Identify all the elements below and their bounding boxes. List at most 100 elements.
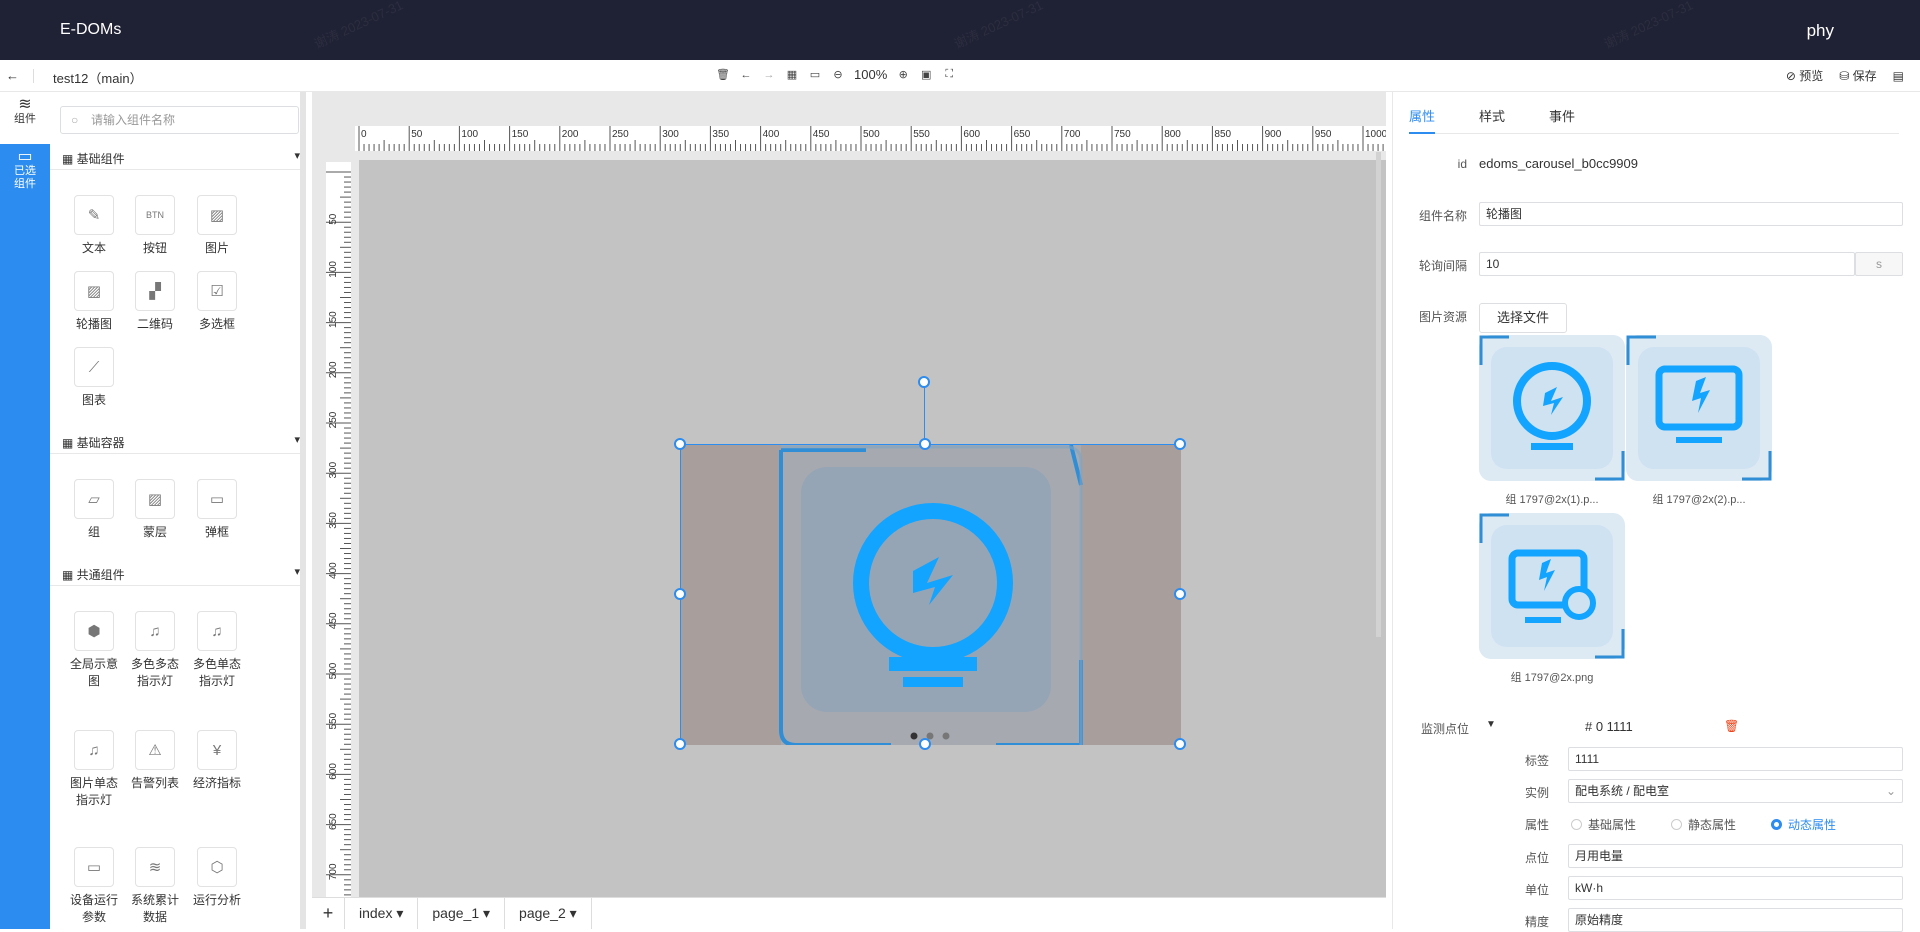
delete-icon[interactable]: 🗑	[716, 68, 730, 81]
component-analysis[interactable]: ⬡ 运行分析	[189, 847, 245, 909]
resize-handle-w[interactable]	[674, 588, 686, 600]
ruler-label: 150	[512, 129, 529, 140]
component-checkbox[interactable]: ☑ 多选框	[189, 271, 245, 333]
preview-icon: ⊘	[1785, 69, 1800, 83]
zoom-out-icon[interactable]: ⊖	[831, 68, 845, 81]
resize-handle-e[interactable]	[1174, 588, 1186, 600]
choose-file-button[interactable]: 选择文件	[1479, 303, 1567, 333]
instance-select[interactable]: 配电系统 / 配电室 ⌄	[1568, 779, 1903, 803]
ruler-label: 50	[411, 129, 423, 140]
name-field[interactable]: 轮播图	[1479, 202, 1903, 226]
undo-icon[interactable]: ←	[739, 69, 753, 81]
app-brand[interactable]: E-DOMs	[60, 21, 121, 39]
component-button[interactable]: BTN 按钮	[127, 195, 183, 257]
component-chart[interactable]: ⟋ 图表	[66, 347, 122, 409]
component-multi-light[interactable]: ♫ 多色多态指示灯	[127, 611, 183, 690]
tab-events[interactable]: 事件	[1549, 106, 1575, 133]
design-stage[interactable]	[359, 160, 1386, 897]
ruler-label: 650	[328, 813, 339, 830]
tab-attributes[interactable]: 属性	[1409, 106, 1436, 134]
carousel-component[interactable]	[680, 444, 1181, 747]
back-arrow-icon[interactable]: ←	[6, 68, 19, 83]
point-field[interactable]: 月用电量	[1568, 844, 1903, 868]
component-qrcode[interactable]: ▞ 二维码	[127, 271, 183, 333]
precision-field[interactable]: 原始精度	[1568, 908, 1903, 932]
interval-field[interactable]: 10	[1479, 252, 1855, 276]
zoom-in-icon[interactable]: ⊕	[896, 68, 910, 81]
component-alarm-list[interactable]: ⚠ 告警列表	[127, 730, 183, 792]
component-device-params[interactable]: ▭ 设备运行参数	[66, 847, 122, 926]
add-page-button[interactable]: +	[312, 898, 344, 929]
bell-icon: ♫	[197, 611, 237, 651]
section-header-basic[interactable]: ▦ 基础组件 ▾	[50, 144, 300, 170]
attr-radio-basic[interactable]: 基础属性	[1571, 816, 1636, 833]
ruler-label: 200	[328, 361, 339, 378]
user-name[interactable]: phy	[1807, 21, 1834, 41]
horizontal-ruler: 0 50 100 150 200 250 300 350 400 450 500 550 600 650 7…	[355, 126, 1386, 151]
toolbar-actions: ⊘ 预览 ⛁ 保存 ▤	[1786, 67, 1904, 84]
image-thumb[interactable]	[1479, 513, 1625, 659]
image-thumb[interactable]	[1626, 335, 1772, 481]
document-icon[interactable]: ▤	[1893, 69, 1904, 83]
ruler-icon[interactable]: ▭	[808, 68, 822, 81]
attr-radio-static[interactable]: 静态属性	[1671, 816, 1736, 833]
bell-icon: ♫	[135, 611, 175, 651]
component-mask[interactable]: ▨ 蒙层	[127, 479, 183, 541]
save-icon: ⛁	[1839, 69, 1853, 83]
selected-components-tab[interactable]: ▭ 已选组件	[0, 144, 50, 196]
resize-handle-nw[interactable]	[674, 438, 686, 450]
component-image-light[interactable]: ♫ 图片单态指示灯	[66, 730, 122, 809]
preview-button[interactable]: ⊘ 预览	[1786, 67, 1823, 84]
section-header-container[interactable]: ▦ 基础容器 ▾	[50, 428, 300, 454]
component-dialog[interactable]: ▭ 弹框	[189, 479, 245, 541]
fit-screen-icon[interactable]: ▣	[919, 68, 933, 81]
ruler-label: 50	[328, 213, 339, 225]
component-text[interactable]: ✎ 文本	[66, 195, 122, 257]
tab-page-2[interactable]: page_2 ▾	[505, 898, 592, 929]
resize-handle-sw[interactable]	[674, 738, 686, 750]
unit-label: 单位	[1524, 883, 1549, 897]
monitor-label: 监测点位	[1420, 722, 1469, 736]
fullscreen-icon[interactable]: ⛶	[942, 68, 956, 81]
components-tab[interactable]: ≋ 组件	[0, 92, 50, 144]
attr-radio-dynamic[interactable]: 动态属性	[1771, 816, 1836, 833]
image-thumb[interactable]	[1479, 335, 1625, 481]
caret-down-icon[interactable]: ▼	[1486, 719, 1496, 730]
resize-handle-s[interactable]	[919, 738, 931, 750]
monitor-bolt-icon	[1626, 335, 1772, 481]
folder-icon: ▱	[74, 479, 114, 519]
component-global-map[interactable]: ⬢ 全局示意图	[66, 611, 122, 690]
component-single-light[interactable]: ♫ 多色单态指示灯	[189, 611, 245, 690]
watermark: 谢涛 2023-07-31	[311, 0, 406, 52]
section-header-common[interactable]: ▦ 共通组件 ▾	[50, 560, 300, 586]
ruler-label: 400	[328, 562, 339, 579]
component-group[interactable]: ▱ 组	[66, 479, 122, 541]
tag-field[interactable]: 1111	[1568, 747, 1903, 771]
ruler-label: 900	[1265, 129, 1282, 140]
component-system-total[interactable]: ≋ 系统累计数据	[127, 847, 183, 926]
grid-icon[interactable]: ▦	[785, 68, 799, 81]
component-carousel[interactable]: ▨ 轮播图	[66, 271, 122, 333]
save-button[interactable]: ⛁ 保存	[1839, 67, 1876, 84]
resize-handle-se[interactable]	[1174, 738, 1186, 750]
tab-style[interactable]: 样式	[1479, 106, 1505, 133]
component-label: 图片	[204, 241, 229, 255]
unit-field[interactable]: kW·h	[1568, 876, 1903, 900]
redo-icon[interactable]: →	[762, 69, 776, 81]
carousel-icon: ▨	[74, 271, 114, 311]
money-icon: ¥	[197, 730, 237, 770]
trash-icon[interactable]: 🗑	[1724, 719, 1739, 733]
tab-index[interactable]: index ▾	[344, 898, 419, 929]
canvas-scrollbar[interactable]	[1376, 152, 1381, 637]
grid-icon: ▦	[62, 436, 77, 450]
tab-page-1[interactable]: page_1 ▾	[418, 898, 506, 929]
component-search-input[interactable]: ○ 请输入组件名称	[60, 106, 299, 134]
resize-handle-n[interactable]	[919, 438, 931, 450]
ruler-label: 0	[361, 129, 367, 140]
chevron-down-icon: ⌄	[1885, 784, 1896, 798]
component-image[interactable]: ▨ 图片	[189, 195, 245, 257]
component-economic-index[interactable]: ¥ 经济指标	[189, 730, 245, 792]
rotate-handle[interactable]	[918, 376, 930, 388]
resize-handle-ne[interactable]	[1174, 438, 1186, 450]
editor-toolbar: ← test12（main） 🗑 ← → ▦ ▭ ⊖ 100% ⊕ ▣ ⛶ ⊘ …	[0, 60, 1920, 92]
